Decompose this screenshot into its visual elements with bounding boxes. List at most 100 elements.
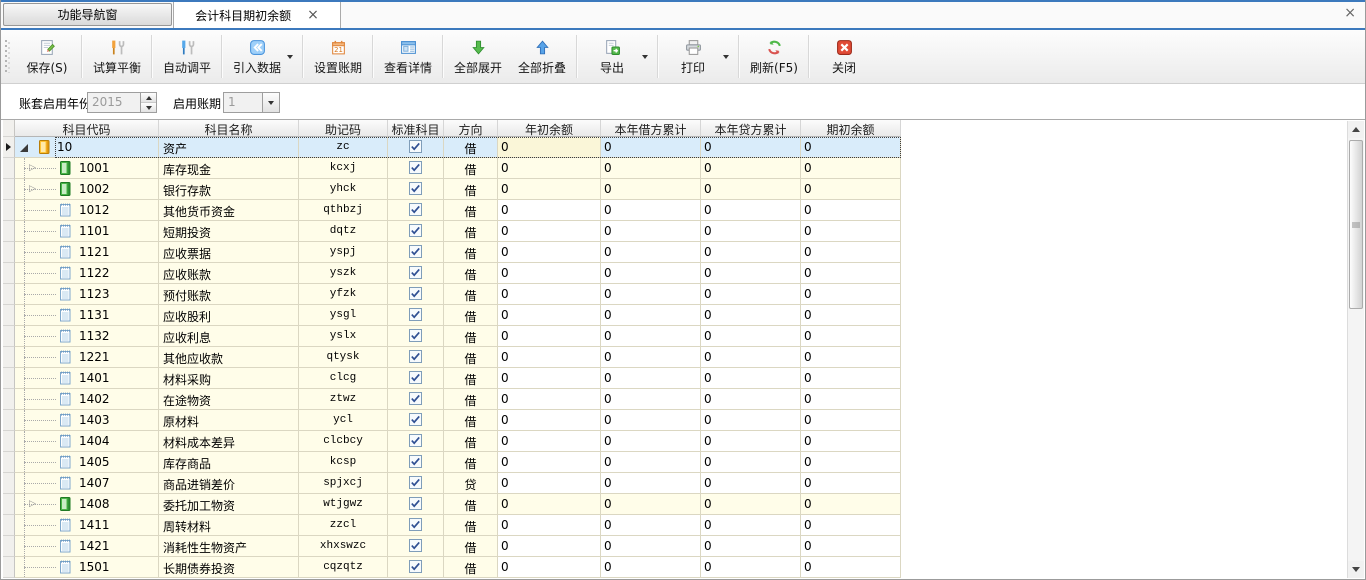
cell-standard[interactable] <box>388 137 444 158</box>
cell-direction[interactable]: 借 <box>444 557 498 578</box>
tree-expanded-icon[interactable] <box>20 144 28 152</box>
cell-year-begin[interactable]: 0 <box>498 179 601 200</box>
cell-direction[interactable]: 贷 <box>444 473 498 494</box>
cell-name[interactable]: 消耗性生物资产 <box>159 536 299 557</box>
cell-mnemonic[interactable]: xhxswzc <box>299 536 388 557</box>
cell-debit-ytd[interactable]: 0 <box>601 431 701 452</box>
cell-year-begin[interactable]: 0 <box>498 221 601 242</box>
cell-name[interactable]: 预付账款 <box>159 284 299 305</box>
cell-year-begin[interactable]: 0 <box>498 263 601 284</box>
cell-debit-ytd[interactable]: 0 <box>601 389 701 410</box>
cell-standard[interactable] <box>388 494 444 515</box>
cell-standard[interactable] <box>388 200 444 221</box>
column-header-2[interactable]: 助记码 <box>299 120 388 137</box>
row-indicator[interactable] <box>3 137 15 158</box>
column-header-5[interactable]: 年初余额 <box>498 120 601 137</box>
tab-opening-balance[interactable]: 会计科目期初余额 × <box>173 2 341 28</box>
cell-code[interactable]: 1405 <box>15 452 159 473</box>
cell-code[interactable]: 1121 <box>15 242 159 263</box>
cell-direction[interactable]: 借 <box>444 305 498 326</box>
cell-code[interactable]: 1123 <box>15 284 159 305</box>
cell-direction[interactable]: 借 <box>444 536 498 557</box>
cell-debit-ytd[interactable]: 0 <box>601 305 701 326</box>
cell-credit-ytd[interactable]: 0 <box>701 410 801 431</box>
table-row-1123[interactable]: 1123预付账款yfzk借0000 <box>3 284 901 305</box>
cell-standard[interactable] <box>388 242 444 263</box>
cell-name[interactable]: 委托加工物资 <box>159 494 299 515</box>
cell-mnemonic[interactable]: ysgl <box>299 305 388 326</box>
cell-debit-ytd[interactable]: 0 <box>601 536 701 557</box>
cell-standard[interactable] <box>388 158 444 179</box>
cell-direction[interactable]: 借 <box>444 431 498 452</box>
table-row-1401[interactable]: 1401材料采购clcg借0000 <box>3 368 901 389</box>
cell-standard[interactable] <box>388 557 444 578</box>
cell-code[interactable]: 1411 <box>15 515 159 536</box>
standard-checkbox-icon[interactable] <box>409 306 422 324</box>
cell-credit-ytd[interactable]: 0 <box>701 326 801 347</box>
cell-credit-ytd[interactable]: 0 <box>701 137 801 158</box>
tab-close-icon[interactable]: × <box>307 8 319 22</box>
cell-year-begin[interactable]: 0 <box>498 305 601 326</box>
cell-credit-ytd[interactable]: 0 <box>701 284 801 305</box>
cell-year-begin[interactable]: 0 <box>498 137 601 158</box>
standard-checkbox-icon[interactable] <box>409 411 422 429</box>
cell-debit-ytd[interactable]: 0 <box>601 200 701 221</box>
cell-year-begin[interactable]: 0 <box>498 515 601 536</box>
cell-year-begin[interactable]: 0 <box>498 431 601 452</box>
cell-code[interactable]: ▷1408 <box>15 494 159 515</box>
cell-year-begin[interactable]: 0 <box>498 368 601 389</box>
cell-credit-ytd[interactable]: 0 <box>701 200 801 221</box>
column-header-3[interactable]: 标准科目 <box>388 120 444 137</box>
tabstrip-close-icon[interactable]: × <box>1344 6 1356 20</box>
cell-year-begin[interactable]: 0 <box>498 347 601 368</box>
cell-standard[interactable] <box>388 263 444 284</box>
cell-debit-ytd[interactable]: 0 <box>601 494 701 515</box>
standard-checkbox-icon[interactable] <box>409 516 422 534</box>
cell-code[interactable]: ▷1002 <box>15 179 159 200</box>
cell-name[interactable]: 其他应收款 <box>159 347 299 368</box>
cell-name[interactable]: 周转材料 <box>159 515 299 536</box>
cell-debit-ytd[interactable]: 0 <box>601 557 701 578</box>
table-row-1402[interactable]: 1402在途物资ztwz借0000 <box>3 389 901 410</box>
column-header-8[interactable]: 期初余额 <box>801 120 901 137</box>
cell-opening[interactable]: 0 <box>801 305 901 326</box>
cell-direction[interactable]: 借 <box>444 179 498 200</box>
cell-mnemonic[interactable]: kcxj <box>299 158 388 179</box>
cell-mnemonic[interactable]: yfzk <box>299 284 388 305</box>
cell-opening[interactable]: 0 <box>801 284 901 305</box>
standard-checkbox-icon[interactable] <box>409 138 422 156</box>
standard-checkbox-icon[interactable] <box>409 432 422 450</box>
table-row-1221[interactable]: 1221其他应收款qtysk借0000 <box>3 347 901 368</box>
cell-year-begin[interactable]: 0 <box>498 200 601 221</box>
row-indicator[interactable] <box>3 473 15 494</box>
cell-name[interactable]: 商品进销差价 <box>159 473 299 494</box>
standard-checkbox-icon[interactable] <box>409 327 422 345</box>
standard-checkbox-icon[interactable] <box>409 243 422 261</box>
cell-mnemonic[interactable]: dqtz <box>299 221 388 242</box>
cell-code[interactable]: 1402 <box>15 389 159 410</box>
standard-checkbox-icon[interactable] <box>409 390 422 408</box>
cell-mnemonic[interactable]: qtysk <box>299 347 388 368</box>
standard-checkbox-icon[interactable] <box>409 474 422 492</box>
cell-debit-ytd[interactable]: 0 <box>601 452 701 473</box>
cell-credit-ytd[interactable]: 0 <box>701 263 801 284</box>
cell-name[interactable]: 资产 <box>159 137 299 158</box>
cell-opening[interactable]: 0 <box>801 494 901 515</box>
cell-name[interactable]: 应收账款 <box>159 263 299 284</box>
cell-direction[interactable]: 借 <box>444 368 498 389</box>
cell-credit-ytd[interactable]: 0 <box>701 494 801 515</box>
cell-mnemonic[interactable]: yhck <box>299 179 388 200</box>
toolbar-button-auto-balance[interactable]: 自动调平 <box>155 30 219 83</box>
cell-direction[interactable]: 借 <box>444 326 498 347</box>
cell-mnemonic[interactable]: clcbcy <box>299 431 388 452</box>
toolbar-grip-handle[interactable] <box>5 40 10 73</box>
cell-year-begin[interactable]: 0 <box>498 494 601 515</box>
cell-year-begin[interactable]: 0 <box>498 242 601 263</box>
cell-opening[interactable]: 0 <box>801 263 901 284</box>
toolbar-button-print[interactable]: 打印 <box>661 30 736 83</box>
table-row-1404[interactable]: 1404材料成本差异clcbcy借0000 <box>3 431 901 452</box>
cell-direction[interactable]: 借 <box>444 242 498 263</box>
cell-mnemonic[interactable]: zzcl <box>299 515 388 536</box>
cell-direction[interactable]: 借 <box>444 494 498 515</box>
cell-direction[interactable]: 借 <box>444 410 498 431</box>
